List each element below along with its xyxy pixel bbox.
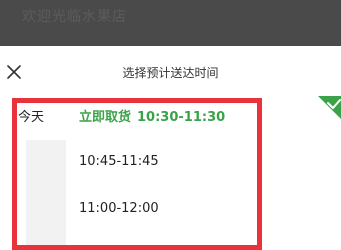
slot-time: 10:45-11:45: [79, 154, 159, 169]
check-icon: [318, 96, 341, 122]
backdrop-header: 欢迎光临水果店: [0, 0, 341, 46]
slot-time: 11:00-12:00: [79, 201, 159, 216]
day-list-empty-area: [26, 140, 66, 247]
time-slot-list: 立即取货 10:30-11:30 10:45-11:45 11:00-12:00: [66, 100, 341, 247]
sheet-title: 选择预计送达时间: [122, 66, 219, 80]
day-list: 今天: [0, 100, 66, 247]
backdrop-title: 欢迎光临水果店: [22, 9, 127, 25]
time-picker-sheet: 选择预计送达时间 今天 立即取货 10:30-11:30 10:45-11:45 …: [0, 48, 341, 247]
slot-time: 10:30-11:30: [137, 110, 226, 125]
time-slot[interactable]: 11:00-12:00: [79, 199, 159, 219]
slot-prefix: 立即取货: [79, 110, 132, 125]
day-item-today[interactable]: 今天: [18, 108, 44, 128]
time-slot-immediate[interactable]: 立即取货 10:30-11:30: [79, 108, 225, 128]
time-slot[interactable]: 10:45-11:45: [79, 152, 159, 172]
